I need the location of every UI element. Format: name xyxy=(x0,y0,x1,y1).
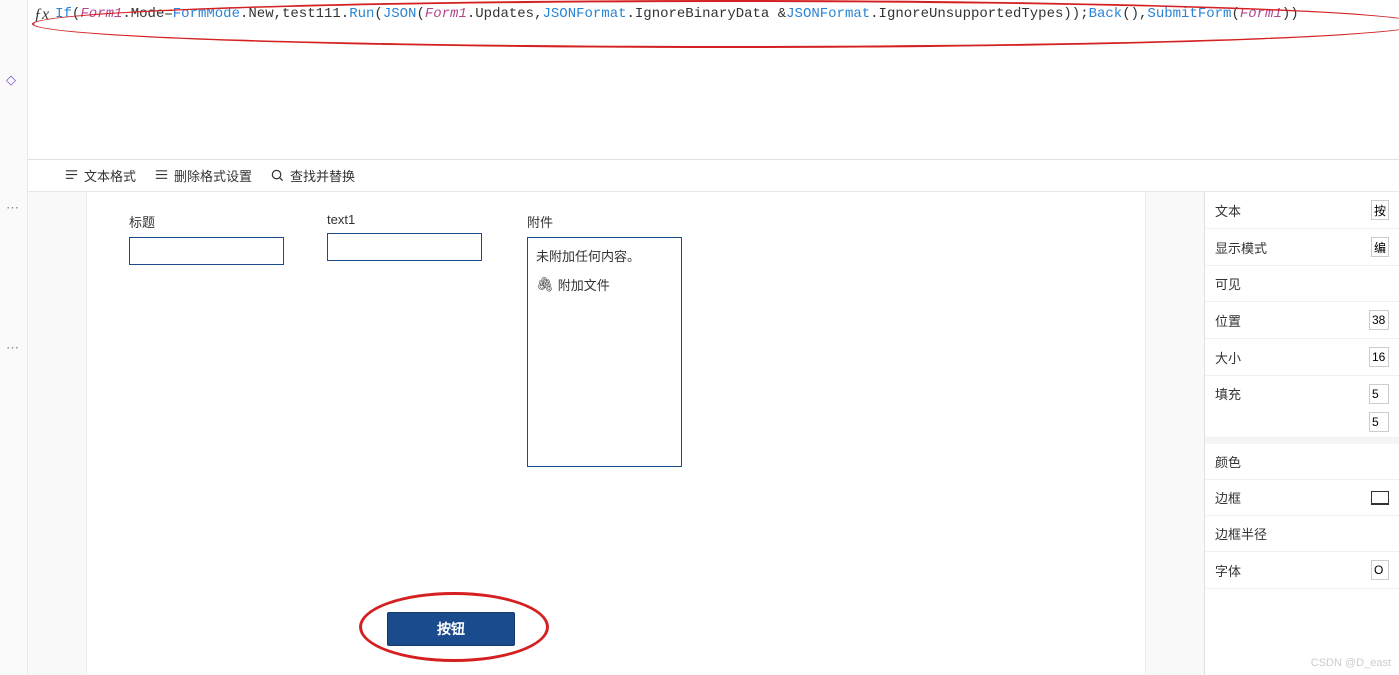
prop-display-mode-value[interactable] xyxy=(1371,237,1389,257)
prop-padding-label: 填充 xyxy=(1215,384,1241,403)
text-format-label: 文本格式 xyxy=(84,166,136,185)
prop-text[interactable]: 文本 xyxy=(1205,192,1399,229)
prop-size[interactable]: 大小 xyxy=(1205,339,1399,376)
field-text1: text1 xyxy=(327,212,482,261)
prop-font-label: 字体 xyxy=(1215,561,1241,580)
attachment-empty-text: 未附加任何内容。 xyxy=(536,246,673,265)
attachment-box[interactable]: 未附加任何内容。 🖇 附加文件 xyxy=(527,237,682,467)
watermark: CSDN @D_east xyxy=(1311,657,1391,669)
prop-display-mode-label: 显示模式 xyxy=(1215,238,1267,257)
formula-content[interactable]: If(Form1.Mode=FormMode.New,test111.Run(J… xyxy=(55,4,1393,22)
attach-file-label: 附加文件 xyxy=(558,275,610,294)
attach-file-button[interactable]: 🖇 附加文件 xyxy=(536,275,673,294)
field-attachment-label: 附件 xyxy=(527,212,682,231)
remove-format-button[interactable]: 删除格式设置 xyxy=(154,166,252,185)
prop-font[interactable]: 字体 xyxy=(1205,552,1399,589)
remove-format-icon xyxy=(154,168,169,183)
search-icon xyxy=(270,168,285,183)
border-swatch[interactable] xyxy=(1371,491,1389,505)
prop-size-label: 大小 xyxy=(1215,348,1241,367)
find-replace-button[interactable]: 查找并替换 xyxy=(270,166,355,185)
prop-color[interactable]: 颜色 xyxy=(1205,438,1399,480)
text-format-icon xyxy=(64,168,79,183)
prop-border[interactable]: 边框 xyxy=(1205,480,1399,516)
properties-panel: 文本 显示模式 可见 位置 大小 填充 颜色 边框 xyxy=(1204,192,1399,675)
field-text1-label: text1 xyxy=(327,212,482,227)
prop-visible-label: 可见 xyxy=(1215,274,1241,293)
paperclip-icon: 🖇 xyxy=(536,276,554,293)
prop-position-label: 位置 xyxy=(1215,311,1241,330)
prop-position[interactable]: 位置 xyxy=(1205,302,1399,339)
field-title-input[interactable] xyxy=(129,237,284,265)
find-replace-label: 查找并替换 xyxy=(290,166,355,185)
prop-visible[interactable]: 可见 xyxy=(1205,266,1399,302)
field-title: 标题 xyxy=(129,212,284,265)
field-title-label: 标题 xyxy=(129,212,284,231)
submit-button[interactable]: 按钮 xyxy=(387,612,515,646)
prop-padding-bottom[interactable] xyxy=(1369,412,1389,432)
prop-position-value[interactable] xyxy=(1369,310,1389,330)
more-icon[interactable]: ⋯ xyxy=(6,340,19,356)
canvas-area[interactable]: 标题 text1 附件 未附加任何内容。 🖇 附加文件 按钮 xyxy=(28,192,1204,675)
prop-border-label: 边框 xyxy=(1215,488,1241,507)
text-format-button[interactable]: 文本格式 xyxy=(64,166,136,185)
form-canvas: 标题 text1 附件 未附加任何内容。 🖇 附加文件 按钮 xyxy=(86,192,1146,675)
prop-color-label: 颜色 xyxy=(1215,452,1241,471)
more-icon[interactable]: ⋯ xyxy=(6,200,19,216)
left-gutter: ◇ ⋯ ⋯ xyxy=(0,0,28,675)
diamond-icon: ◇ xyxy=(6,72,16,88)
fx-icon: ƒx xyxy=(34,6,49,24)
prop-text-value[interactable] xyxy=(1371,200,1389,220)
prop-padding[interactable]: 填充 xyxy=(1205,376,1399,438)
field-text1-input[interactable] xyxy=(327,233,482,261)
field-attachment: 附件 未附加任何内容。 🖇 附加文件 xyxy=(527,212,682,467)
remove-format-label: 删除格式设置 xyxy=(174,166,252,185)
formula-bar[interactable]: ƒx If(Form1.Mode=FormMode.New,test111.Ru… xyxy=(28,0,1399,160)
prop-text-label: 文本 xyxy=(1215,201,1241,220)
prop-border-radius[interactable]: 边框半径 xyxy=(1205,516,1399,552)
prop-padding-top[interactable] xyxy=(1369,384,1389,404)
prop-size-value[interactable] xyxy=(1369,347,1389,367)
prop-font-value[interactable] xyxy=(1371,560,1389,580)
format-toolbar: 文本格式 删除格式设置 查找并替换 xyxy=(28,160,1399,192)
prop-display-mode[interactable]: 显示模式 xyxy=(1205,229,1399,266)
prop-border-radius-label: 边框半径 xyxy=(1215,524,1267,543)
